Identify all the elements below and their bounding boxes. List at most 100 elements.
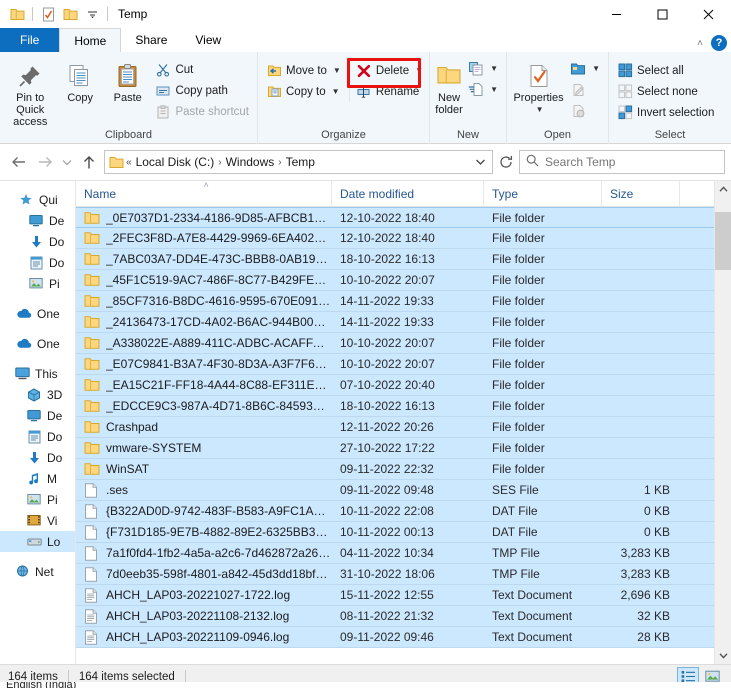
forward-button[interactable] (32, 149, 58, 175)
search-box[interactable]: Search Temp (519, 150, 725, 174)
open-with-chevron-down-icon[interactable]: ▼ (592, 64, 600, 73)
breadcrumb-item-2[interactable]: Temp (282, 155, 319, 169)
easy-access-chevron-down-icon[interactable]: ▼ (490, 85, 498, 94)
scrollbar-track[interactable] (714, 198, 731, 647)
scroll-down-arrow-icon[interactable] (715, 647, 731, 664)
tab-file[interactable]: File (0, 28, 60, 52)
table-row[interactable]: _85CF7316-B8DC-4616-9595-670E091C97... 14… (76, 291, 714, 312)
sidebar-item-local-disk[interactable]: Lo (0, 531, 75, 552)
up-button[interactable] (76, 149, 102, 175)
new-item-chevron-down-icon[interactable]: ▼ (490, 64, 498, 73)
sidebar-item-this-pc[interactable]: This (0, 363, 75, 384)
collapse-ribbon-icon[interactable]: ˄ (697, 38, 703, 49)
recent-locations-button[interactable] (58, 149, 76, 175)
scroll-up-arrow-icon[interactable] (715, 181, 731, 198)
tab-share[interactable]: Share (121, 28, 181, 52)
table-row[interactable]: _EA15C21F-FF18-4A44-8C88-EF311E821503 07-… (76, 375, 714, 396)
sidebar-item-pictures-pc[interactable]: Pi (0, 489, 75, 510)
cut-button[interactable]: Cut (151, 59, 253, 80)
file-name-label: _24136473-17CD-4A02-B6AC-944B00B77... (106, 315, 332, 329)
easy-access-button[interactable]: ▼ (464, 79, 502, 100)
table-row[interactable]: _EDCCE9C3-987A-4D71-8B6C-84593C810... 18-… (76, 396, 714, 417)
table-row[interactable]: _0E7037D1-2334-4186-9D85-AFBCB14D70... 12… (76, 207, 714, 228)
sidebar-item-network[interactable]: Net (0, 561, 75, 582)
sidebar-item-pictures[interactable]: Pi (0, 273, 75, 294)
table-row[interactable]: {B322AD0D-9742-483F-B583-A9FC1A5DF... 10-… (76, 501, 714, 522)
sidebar-item-desktop[interactable]: De (0, 210, 75, 231)
navigation-pane[interactable]: Qui De Do Do Pi One One This 3D De Do Do… (0, 181, 76, 664)
table-row[interactable]: _2FEC3F8D-A7E8-4429-9969-6EA402DCD... 12-… (76, 228, 714, 249)
sidebar-item-downloads-pc[interactable]: Do (0, 447, 75, 468)
tab-view[interactable]: View (181, 28, 235, 52)
table-row[interactable]: WinSAT 09-11-2022 22:32 File folder (76, 459, 714, 480)
new-item-button[interactable]: ▼ (464, 58, 502, 79)
sidebar-item-documents[interactable]: Do (0, 252, 75, 273)
help-icon[interactable]: ? (711, 35, 727, 51)
table-row[interactable]: _A338022E-A889-411C-ADBC-ACAFFA75... 10-1… (76, 333, 714, 354)
table-row[interactable]: .ses 09-11-2022 09:48 SES File 1 KB (76, 480, 714, 501)
table-row[interactable]: 7d0eeb35-598f-4801-a842-45d3dd18bf61... 3… (76, 564, 714, 585)
copy-button[interactable]: Copy (56, 56, 104, 104)
properties-chevron-down-icon[interactable]: ▼ (536, 104, 544, 116)
qat-properties-icon[interactable] (37, 3, 59, 25)
sidebar-item-onedrive-1[interactable]: One (0, 303, 75, 324)
move-to-button[interactable]: Move to ▼ (262, 60, 345, 81)
column-header-size[interactable]: Size (602, 181, 680, 207)
table-row[interactable]: {F731D185-9E7B-4882-89E2-6325BB361D... 10… (76, 522, 714, 543)
table-row[interactable]: Crashpad 12-11-2022 20:26 File folder (76, 417, 714, 438)
column-header-type[interactable]: Type (484, 181, 602, 207)
downloads-icon (26, 450, 42, 466)
sidebar-item-music[interactable]: M (0, 468, 75, 489)
move-to-chevron-down-icon[interactable]: ▼ (333, 66, 341, 75)
breadcrumb-item-1[interactable]: Windows (222, 155, 279, 169)
minimize-button[interactable] (593, 0, 639, 28)
table-row[interactable]: AHCH_LAP03-20221109-0946.log 09-11-2022 0… (76, 627, 714, 648)
table-row[interactable]: _7ABC03A7-DD4E-473C-BBB8-0AB19B1F... 18-1… (76, 249, 714, 270)
table-row[interactable]: vmware-SYSTEM 27-10-2022 17:22 File folder (76, 438, 714, 459)
scissors-icon (155, 62, 171, 78)
sidebar-item-videos[interactable]: Vi (0, 510, 75, 531)
back-button[interactable] (6, 149, 32, 175)
qat-new-folder-icon[interactable] (59, 3, 81, 25)
copy-path-button[interactable]: Copy path (151, 80, 253, 101)
address-input[interactable]: « Local Disk (C:) › Windows › Temp (104, 150, 493, 174)
table-row[interactable]: AHCH_LAP03-20221108-2132.log 08-11-2022 2… (76, 606, 714, 627)
table-row[interactable]: AHCH_LAP03-20221027-1722.log 15-11-2022 1… (76, 585, 714, 606)
sidebar-item-downloads[interactable]: Do (0, 231, 75, 252)
refresh-button[interactable] (493, 150, 519, 174)
sidebar-item-3d-objects[interactable]: 3D (0, 384, 75, 405)
sidebar-item-quick-access[interactable]: Qui (0, 189, 75, 210)
column-header-name[interactable]: Name ˄ (76, 181, 332, 207)
tab-home[interactable]: Home (59, 28, 122, 52)
select-all-button[interactable]: Select all (613, 60, 718, 81)
vertical-scrollbar[interactable] (714, 181, 731, 664)
column-header-size-label: Size (610, 186, 634, 201)
properties-button[interactable]: Properties ▼ (511, 56, 566, 116)
sidebar-item-documents-pc[interactable]: Do (0, 426, 75, 447)
column-header-date-modified[interactable]: Date modified (332, 181, 484, 207)
pin-to-quick-access-button[interactable]: Pin to Quick access (4, 56, 56, 128)
breadcrumb-item-0[interactable]: Local Disk (C:) (132, 155, 219, 169)
table-row[interactable]: _E07C9841-B3A7-4F30-8D3A-A3F7F60224... 10… (76, 354, 714, 375)
invert-selection-button[interactable]: Invert selection (613, 102, 718, 123)
copy-to-button[interactable]: Copy to ▼ (262, 81, 345, 102)
close-button[interactable] (685, 0, 731, 28)
sidebar-item-desktop-pc[interactable]: De (0, 405, 75, 426)
sidebar-item-onedrive-2[interactable]: One (0, 333, 75, 354)
copy-to-chevron-down-icon[interactable]: ▼ (332, 87, 340, 96)
file-rows[interactable]: _0E7037D1-2334-4186-9D85-AFBCB14D70... 12… (76, 207, 714, 664)
table-row[interactable]: _45F1C519-9AC7-486F-8C77-B429FE42652E 10-… (76, 270, 714, 291)
paste-button[interactable]: Paste (104, 56, 152, 104)
open-with-button[interactable]: ▼ (566, 58, 604, 79)
scrollbar-thumb[interactable] (714, 212, 731, 270)
table-row[interactable]: _24136473-17CD-4A02-B6AC-944B00B77... 14-… (76, 312, 714, 333)
qat-folder-icon[interactable] (6, 3, 28, 25)
select-none-button[interactable]: Select none (613, 81, 718, 102)
column-header-blank[interactable] (680, 181, 714, 207)
search-input[interactable]: Search Temp (545, 155, 615, 169)
maximize-button[interactable] (639, 0, 685, 28)
qat-customize-chevron-icon[interactable] (81, 3, 103, 25)
address-dropdown-chevron-down-icon[interactable] (470, 158, 490, 166)
table-row[interactable]: 7a1f0fd4-1fb2-4a5a-a2c6-7d462872a26f.t..… (76, 543, 714, 564)
new-folder-button[interactable]: New folder (434, 56, 464, 116)
